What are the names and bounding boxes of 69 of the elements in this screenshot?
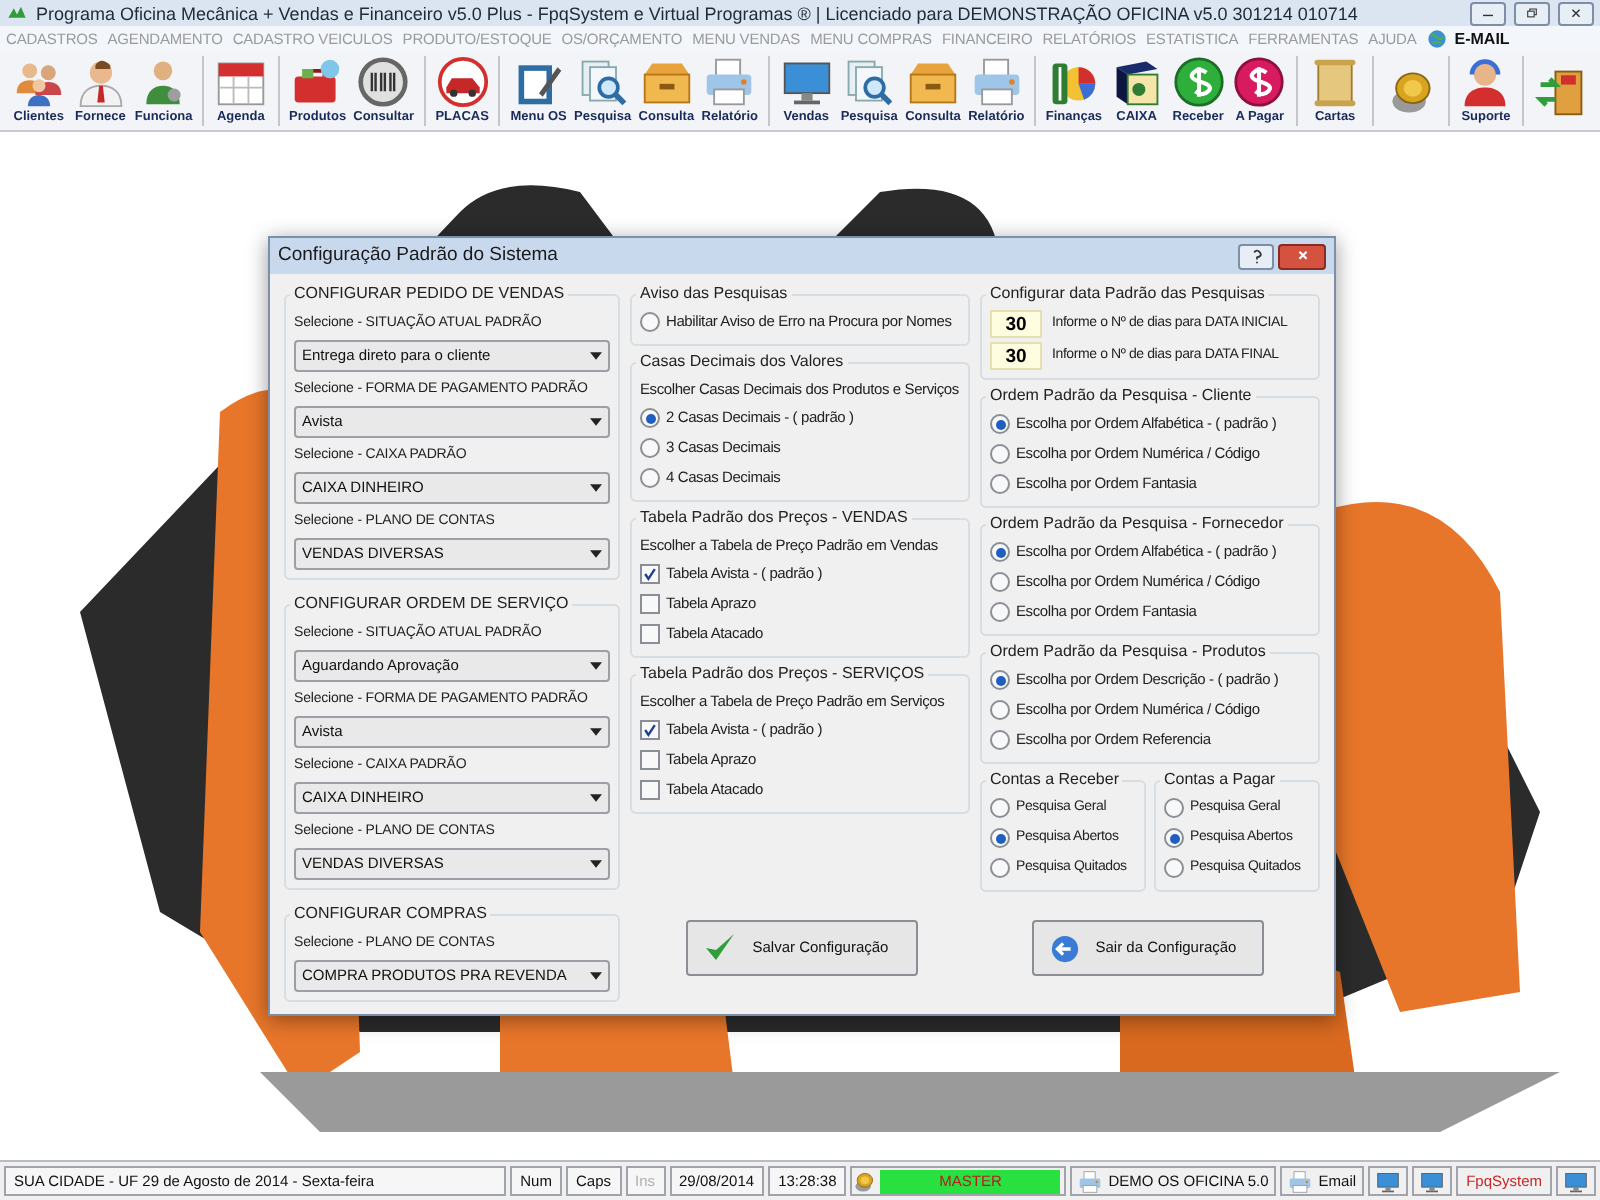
radio-button[interactable] bbox=[990, 798, 1010, 818]
group-title: Contas a Pagar bbox=[1162, 768, 1278, 792]
checkbox[interactable] bbox=[640, 594, 660, 614]
caret-icon bbox=[590, 728, 602, 736]
window-control-button[interactable] bbox=[1558, 1, 1594, 25]
radio-button[interactable] bbox=[990, 444, 1010, 464]
close-button[interactable] bbox=[1278, 243, 1326, 269]
radio-button[interactable] bbox=[990, 542, 1010, 562]
radio-button[interactable] bbox=[990, 670, 1010, 690]
caret-icon bbox=[590, 972, 602, 980]
dollar-coin-icon bbox=[1171, 55, 1226, 107]
group-title: Ordem Padrão da Pesquisa - Fornecedor bbox=[988, 512, 1286, 536]
checkbox[interactable] bbox=[640, 780, 660, 800]
coins-icon bbox=[852, 1169, 877, 1193]
window-control-button[interactable] bbox=[1470, 1, 1506, 25]
globe-icon bbox=[1426, 28, 1449, 50]
email-menu-item[interactable]: E-MAIL bbox=[1426, 27, 1510, 51]
checkmark-icon bbox=[704, 932, 737, 964]
checkbox[interactable] bbox=[640, 750, 660, 770]
group-title: CONFIGURAR PEDIDO DE VENDAS bbox=[292, 282, 567, 306]
group-title: Tabela Padrão dos Preços - SERVIÇOS bbox=[638, 662, 927, 686]
radio-button[interactable] bbox=[640, 408, 660, 428]
caret-icon bbox=[590, 662, 602, 670]
caret-icon bbox=[590, 484, 602, 492]
radio-button[interactable] bbox=[990, 414, 1010, 434]
caret-icon bbox=[590, 794, 602, 802]
dollar-coin-icon bbox=[1232, 55, 1287, 107]
car-icon bbox=[435, 55, 490, 107]
toolbox-icon bbox=[290, 55, 345, 107]
checkbox[interactable] bbox=[640, 564, 660, 584]
checkmark-icon bbox=[642, 566, 658, 582]
radio-button[interactable] bbox=[990, 828, 1010, 848]
radio-button[interactable] bbox=[1164, 798, 1184, 818]
radio-button[interactable] bbox=[990, 602, 1010, 622]
radio-button[interactable] bbox=[640, 312, 660, 332]
radio-button[interactable] bbox=[990, 730, 1010, 750]
radio-button[interactable] bbox=[1164, 858, 1184, 878]
radio-button[interactable] bbox=[990, 858, 1010, 878]
checkmark-icon bbox=[642, 722, 658, 738]
window-title: Programa Oficina Mecânica + Vendas e Financeiro v5.0 Plus - FpqSystem e Virtual Programas ® | Licenciado para DEMONSTRAÇÃO OFICINA v5.0 301214 010714 bbox=[36, 1, 1360, 25]
caret-icon bbox=[590, 418, 602, 426]
group-title: Ordem Padrão da Pesquisa - Cliente bbox=[988, 384, 1254, 408]
help-button[interactable] bbox=[1238, 243, 1274, 269]
checkbox[interactable] bbox=[640, 720, 660, 740]
group-title: Tabela Padrão dos Preços - VENDAS bbox=[638, 506, 910, 530]
radio-button[interactable] bbox=[990, 572, 1010, 592]
barcode-icon bbox=[356, 55, 411, 107]
group-title: Configurar data Padrão das Pesquisas bbox=[988, 282, 1267, 306]
radio-button[interactable] bbox=[1164, 828, 1184, 848]
number-field[interactable]: 30 bbox=[990, 310, 1042, 338]
number-field[interactable]: 30 bbox=[990, 342, 1042, 370]
caret-icon bbox=[590, 860, 602, 868]
group-title: Ordem Padrão da Pesquisa - Produtos bbox=[988, 640, 1268, 664]
printer-icon bbox=[969, 55, 1024, 107]
radio-button[interactable] bbox=[640, 468, 660, 488]
radio-button[interactable] bbox=[990, 474, 1010, 494]
caret-icon bbox=[590, 550, 602, 558]
group-title: CONFIGURAR ORDEM DE SERVIÇO bbox=[292, 592, 571, 616]
group-title: Contas a Receber bbox=[988, 768, 1121, 792]
window-control-button[interactable] bbox=[1514, 1, 1550, 25]
dialog-title: Configuração Padrão do Sistema bbox=[278, 241, 560, 270]
group-title: Casas Decimais dos Valores bbox=[638, 350, 846, 374]
radio-button[interactable] bbox=[640, 438, 660, 458]
caret-icon bbox=[590, 352, 602, 360]
checkbox[interactable] bbox=[640, 624, 660, 644]
printer-icon bbox=[702, 55, 757, 107]
group-title: CONFIGURAR COMPRAS bbox=[292, 902, 489, 926]
group-title: Aviso das Pesquisas bbox=[638, 282, 790, 306]
radio-button[interactable] bbox=[990, 700, 1010, 720]
